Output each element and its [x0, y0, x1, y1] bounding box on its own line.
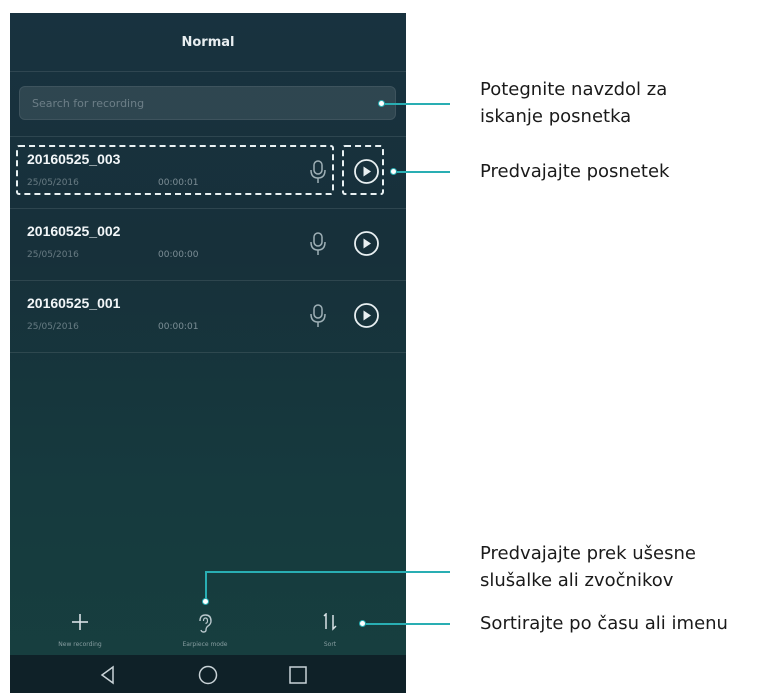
recording-duration: 00:00:01	[158, 322, 199, 332]
system-nav-bar	[10, 655, 406, 693]
callout-dot	[378, 100, 385, 107]
sort-icon	[323, 613, 337, 631]
recording-name: 20160525_001	[27, 295, 121, 311]
highlight-recording-box	[16, 145, 334, 195]
callout-dot	[390, 168, 397, 175]
callout-dot	[202, 598, 209, 605]
recents-icon[interactable]	[286, 663, 310, 687]
callout-line	[205, 572, 207, 599]
callout-earpiece: Predvajajte prek ušesne slušalke ali zvo…	[480, 540, 696, 594]
callout-search: Potegnite navzdol za iskanje posnetka	[480, 76, 667, 130]
sort-button[interactable]: Sort	[270, 605, 390, 655]
home-icon[interactable]	[196, 663, 220, 687]
callout-play: Predvajajte posnetek	[480, 158, 669, 185]
play-icon[interactable]	[353, 230, 380, 257]
callout-play-text: Predvajajte posnetek	[480, 161, 670, 182]
page-title: Normal	[10, 13, 406, 71]
callout-line	[397, 171, 450, 173]
plus-icon	[72, 614, 88, 630]
microphone-icon	[310, 304, 326, 327]
back-icon[interactable]	[96, 663, 120, 687]
callout-search-line2: iskanje posnetka	[480, 106, 632, 127]
callout-sort-text: Sortirajte po času ali imenu	[480, 613, 728, 634]
earpiece-mode-label: Earpiece mode	[182, 641, 228, 648]
new-recording-button[interactable]: New recording	[20, 605, 140, 655]
callout-search-line1: Potegnite navzdol za	[480, 79, 668, 100]
callout-sort: Sortirajte po času ali imenu	[480, 610, 728, 637]
search-input[interactable]	[20, 87, 395, 119]
divider	[10, 71, 406, 72]
ear-icon	[199, 614, 212, 633]
callout-earpiece-line2: slušalke ali zvočnikov	[480, 570, 674, 591]
recording-date: 25/05/2016	[27, 322, 79, 332]
play-icon[interactable]	[353, 302, 380, 329]
callout-dot	[359, 620, 366, 627]
list-item[interactable]: 20160525_002 25/05/2016 00:00:00	[10, 209, 406, 280]
divider	[10, 352, 406, 353]
highlight-play-box	[342, 145, 384, 195]
microphone-icon	[310, 232, 326, 255]
recording-date: 25/05/2016	[27, 250, 79, 260]
earpiece-mode-button[interactable]: Earpiece mode	[145, 605, 265, 655]
recording-duration: 00:00:00	[158, 250, 199, 260]
callout-line	[385, 103, 450, 105]
page-title-text: Normal	[181, 34, 235, 50]
callout-line	[205, 571, 450, 573]
callout-line	[366, 623, 450, 625]
phone-screen: Normal 20160525_003 25/05/2016 00:00:01 …	[10, 13, 406, 693]
recording-name: 20160525_002	[27, 223, 121, 239]
bottom-action-bar: New recording Earpiece mode Sort	[10, 605, 406, 655]
sort-label: Sort	[323, 641, 337, 648]
search-box[interactable]	[19, 86, 396, 120]
new-recording-label: New recording	[58, 641, 102, 648]
list-item[interactable]: 20160525_001 25/05/2016 00:00:01	[10, 281, 406, 352]
callout-earpiece-line1: Predvajajte prek ušesne	[480, 543, 696, 564]
